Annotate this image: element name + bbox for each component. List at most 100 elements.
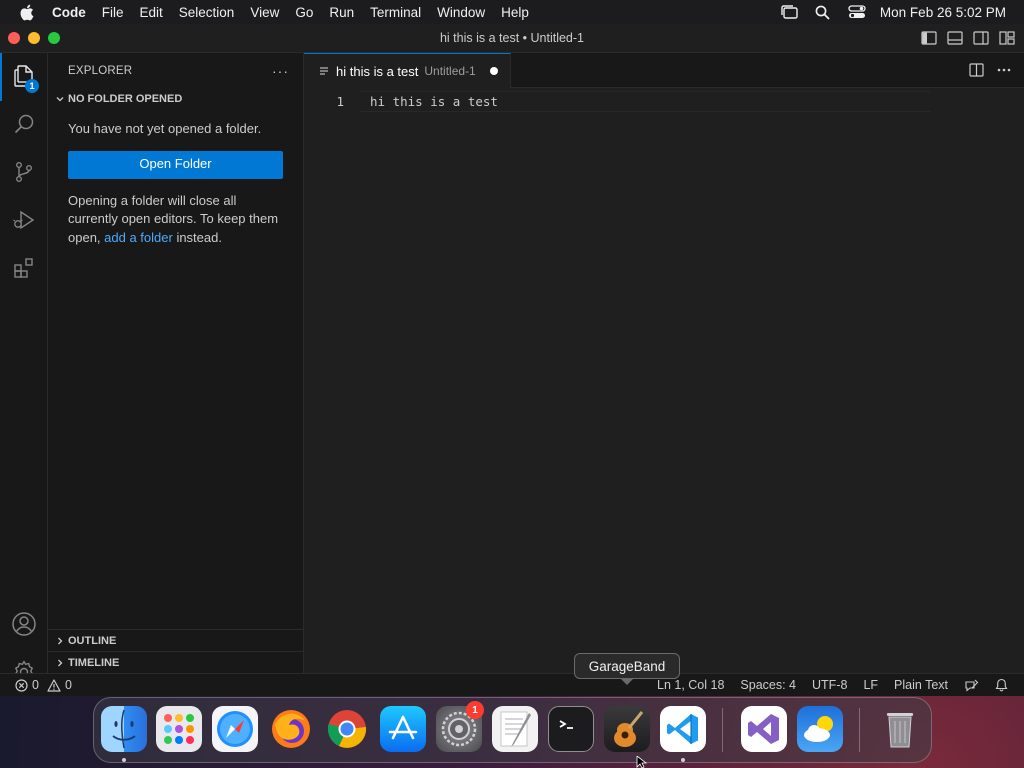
toggle-secondary-sidebar-icon[interactable] — [972, 29, 990, 47]
mouse-cursor-icon — [636, 755, 648, 768]
trash-icon[interactable] — [877, 706, 923, 752]
menu-go[interactable]: Go — [287, 5, 321, 20]
status-bar-right: Ln 1, Col 18 Spaces: 4 UTF-8 LF Plain Te… — [649, 678, 1024, 692]
layout-controls — [920, 29, 1016, 47]
close-window-button[interactable] — [8, 32, 20, 44]
chevron-right-icon — [52, 633, 68, 649]
zoom-window-button[interactable] — [48, 32, 60, 44]
editor-area: hi this is a test Untitled-1 1 hi this i… — [304, 53, 1024, 673]
textedit-icon[interactable] — [492, 706, 538, 752]
menu-selection[interactable]: Selection — [171, 5, 243, 20]
dock-tooltip: GarageBand — [574, 653, 680, 679]
activity-explorer[interactable]: 1 — [0, 53, 48, 101]
dock-separator — [722, 708, 723, 752]
control-center-icon[interactable] — [840, 0, 874, 24]
finder-icon[interactable] — [101, 706, 147, 752]
minimize-window-button[interactable] — [28, 32, 40, 44]
menu-file[interactable]: File — [94, 5, 132, 20]
stage-manager-icon[interactable] — [772, 0, 806, 24]
feedback-icon[interactable] — [956, 678, 986, 692]
weather-icon[interactable] — [797, 706, 843, 752]
dock-separator — [859, 708, 860, 752]
chrome-icon[interactable] — [324, 706, 370, 752]
run-debug-icon — [12, 208, 36, 235]
error-icon — [14, 678, 28, 692]
indentation[interactable]: Spaces: 4 — [732, 678, 804, 692]
activity-search[interactable] — [0, 101, 48, 149]
explorer-sidebar: EXPLORER ··· NO FOLDER OPENED You have n… — [48, 53, 304, 673]
error-count: 0 — [32, 678, 39, 692]
chevron-right-icon — [52, 655, 68, 671]
tab-title: hi this is a test — [336, 63, 419, 79]
menu-view[interactable]: View — [242, 5, 287, 20]
visual-studio-icon[interactable] — [741, 706, 787, 752]
split-editor-icon[interactable] — [968, 62, 984, 78]
editor-tab-bar: hi this is a test Untitled-1 — [304, 53, 1024, 88]
problems-indicator[interactable]: 0 0 — [0, 678, 76, 692]
encoding[interactable]: UTF-8 — [804, 678, 855, 692]
activity-extensions[interactable] — [0, 245, 48, 293]
app-store-icon[interactable] — [380, 706, 426, 752]
status-bar: 0 0 Ln 1, Col 18 Spaces: 4 UTF-8 LF Plai… — [0, 673, 1024, 696]
unsaved-dot-icon[interactable] — [489, 67, 498, 75]
plain-text-file-icon — [318, 65, 330, 77]
chevron-down-icon — [52, 91, 68, 107]
more-actions-icon[interactable]: ··· — [272, 63, 289, 79]
outline-title: OUTLINE — [68, 634, 117, 647]
launchpad-icon[interactable] — [156, 706, 202, 752]
terminal-icon[interactable] — [548, 706, 594, 752]
language-mode[interactable]: Plain Text — [886, 678, 956, 692]
toggle-panel-icon[interactable] — [946, 29, 964, 47]
no-folder-section-header[interactable]: NO FOLDER OPENED — [48, 88, 303, 110]
apple-menu-icon[interactable] — [16, 2, 36, 22]
safari-icon[interactable] — [212, 706, 258, 752]
code-line[interactable]: 1 hi this is a test — [304, 92, 498, 111]
garageband-icon[interactable] — [604, 706, 650, 752]
source-control-icon — [12, 160, 36, 187]
vscode-window: hi this is a test • Untitled-1 1 EXPLORE… — [0, 24, 1024, 696]
menu-run[interactable]: Run — [321, 5, 362, 20]
cursor-position[interactable]: Ln 1, Col 18 — [649, 678, 732, 692]
window-controls — [8, 32, 60, 44]
editor-actions — [968, 53, 1024, 87]
macos-dock: 1 — [93, 697, 932, 763]
menu-edit[interactable]: Edit — [132, 5, 171, 20]
info-text: Opening a folder will close all currentl… — [68, 192, 283, 248]
outline-section-header[interactable]: OUTLINE — [48, 629, 304, 651]
info-suffix: instead. — [172, 229, 222, 245]
window-title: hi this is a test • Untitled-1 — [439, 31, 585, 45]
firefox-icon[interactable] — [268, 706, 314, 752]
vscode-icon[interactable] — [660, 706, 706, 752]
activity-run-debug[interactable] — [0, 197, 48, 245]
tooltip-arrow — [620, 678, 634, 685]
timeline-title: TIMELINE — [68, 656, 120, 669]
activity-source-control[interactable] — [0, 149, 48, 197]
account-icon — [11, 611, 37, 640]
timeline-section-header[interactable]: TIMELINE — [48, 651, 304, 673]
add-folder-link[interactable]: add a folder — [104, 230, 173, 245]
editor-tab-untitled[interactable]: hi this is a test Untitled-1 — [304, 53, 511, 88]
menubar-clock[interactable]: Mon Feb 26 5:02 PM — [880, 5, 1006, 20]
activity-accounts[interactable] — [0, 601, 48, 649]
spotlight-search-icon[interactable] — [806, 0, 840, 24]
more-actions-icon[interactable] — [996, 62, 1012, 78]
end-of-line[interactable]: LF — [855, 678, 886, 692]
no-folder-section-body: You have not yet opened a folder. Open F… — [48, 110, 303, 247]
menu-window[interactable]: Window — [429, 5, 493, 20]
no-folder-message: You have not yet opened a folder. — [68, 121, 262, 136]
title-bar: hi this is a test • Untitled-1 — [0, 24, 1024, 53]
notifications-bell-icon[interactable] — [986, 678, 1016, 692]
tab-description: Untitled-1 — [424, 64, 476, 78]
explorer-badge: 1 — [25, 79, 39, 93]
menu-help[interactable]: Help — [493, 5, 537, 20]
menu-terminal[interactable]: Terminal — [362, 5, 429, 20]
macos-menu-bar: Code File Edit Selection View Go Run Ter… — [0, 0, 1024, 24]
toggle-primary-sidebar-icon[interactable] — [920, 29, 938, 47]
search-icon — [12, 112, 36, 139]
open-folder-button[interactable]: Open Folder — [68, 150, 283, 179]
finder-running-dot — [122, 758, 126, 762]
line-content[interactable]: hi this is a test — [370, 94, 498, 109]
extensions-icon — [12, 256, 36, 283]
customize-layout-icon[interactable] — [998, 29, 1016, 47]
menu-app-name[interactable]: Code — [48, 5, 94, 20]
